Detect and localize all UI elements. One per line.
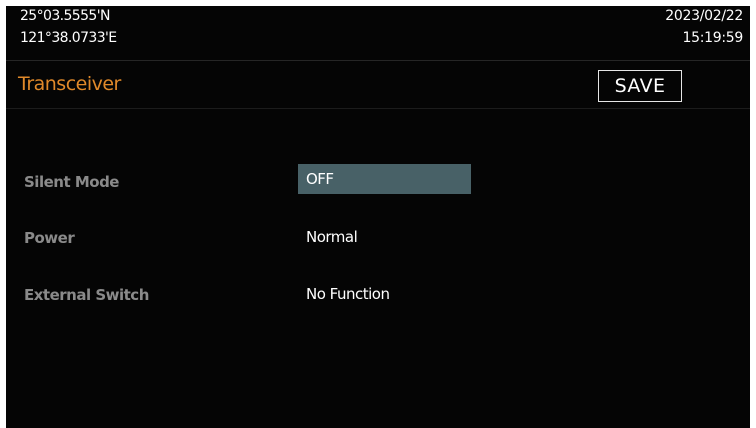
external-switch-label: External Switch	[24, 286, 149, 304]
title-divider	[6, 108, 750, 109]
page-title: Transceiver	[18, 73, 121, 95]
silent-mode-label: Silent Mode	[24, 173, 119, 191]
display-panel: 25°03.5555'N 121°38.0733'E 2023/02/22 15…	[6, 6, 750, 428]
power-label: Power	[24, 229, 75, 247]
silent-mode-value[interactable]: OFF	[298, 164, 471, 194]
power-value[interactable]: Normal	[298, 222, 358, 252]
latitude-readout: 25°03.5555'N	[20, 8, 110, 24]
screen: 25°03.5555'N 121°38.0733'E 2023/02/22 15…	[0, 0, 756, 428]
date-readout: 2023/02/22	[665, 8, 743, 24]
longitude-readout: 121°38.0733'E	[20, 30, 117, 46]
save-button[interactable]: SAVE	[598, 70, 682, 102]
status-bar-divider	[6, 60, 750, 61]
time-readout: 15:19:59	[682, 30, 744, 46]
external-switch-value[interactable]: No Function	[298, 279, 390, 309]
